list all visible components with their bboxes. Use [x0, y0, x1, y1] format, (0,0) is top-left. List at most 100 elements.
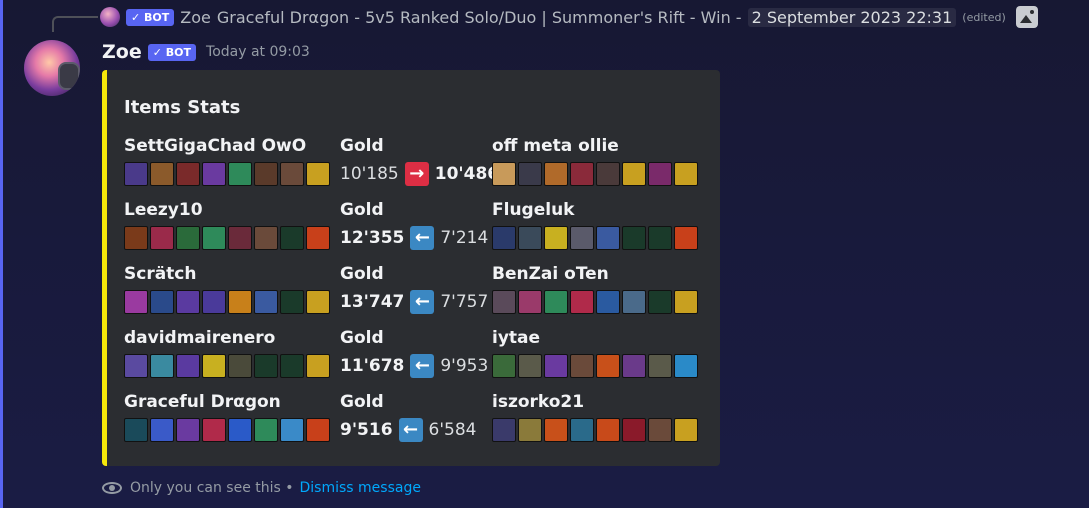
item-icon [150, 162, 174, 186]
arrow-left-icon: ← [410, 290, 435, 314]
arrow-right-icon: → [404, 162, 429, 186]
gold-comparison: 9'516 ← 6'584 [340, 418, 476, 442]
reply-preview[interactable]: ✓ BOT Zoe Graceful Drαgon - 5v5 Ranked S… [48, 6, 1038, 28]
item-icon [254, 162, 278, 186]
item-icon [648, 418, 672, 442]
item-icon [124, 290, 148, 314]
item-icon [176, 354, 200, 378]
arrow-left-icon: ← [398, 418, 423, 442]
image-icon[interactable] [1015, 6, 1038, 28]
gold-left-value: 9'516 [340, 420, 393, 440]
item-icon [176, 162, 200, 186]
item-icon [150, 354, 174, 378]
reply-date[interactable]: 2 September 2023 22:31 [747, 7, 957, 27]
left-player-name: Graceful Drαgon [124, 392, 281, 412]
item-icon [202, 354, 226, 378]
item-icon [518, 354, 542, 378]
left-player-name: davidmairenero [124, 328, 276, 348]
item-icon [648, 226, 672, 250]
gold-comparison: 10'185 → 10'486 [340, 162, 499, 186]
item-icon [254, 290, 278, 314]
bot-tag: ✓ BOT [147, 43, 197, 61]
gold-comparison: 13'747 ← 7'757 [340, 290, 488, 314]
left-player-name: SettGigaChad OwO [124, 136, 307, 156]
item-icon [544, 226, 568, 250]
item-icon [544, 354, 568, 378]
item-icon [596, 290, 620, 314]
item-icon [306, 290, 330, 314]
item-icon [570, 354, 594, 378]
gold-label: Gold [340, 328, 384, 348]
player-row: davidmairenero Gold 11'678 ← 9'953 iytae [107, 328, 720, 386]
item-icon [202, 418, 226, 442]
item-icon [228, 354, 252, 378]
dismiss-message-link[interactable]: Dismiss message [300, 480, 421, 496]
eye-icon [102, 482, 122, 494]
item-icon [176, 226, 200, 250]
avatar[interactable] [24, 40, 80, 96]
right-player-name: iytae [492, 328, 541, 348]
item-icon [622, 290, 646, 314]
gold-left-value: 12'355 [340, 228, 405, 248]
item-icon [306, 418, 330, 442]
left-player-name: Scrätch [124, 264, 197, 284]
gold-right-value: 7'214 [440, 228, 489, 248]
item-icon [228, 418, 252, 442]
ephemeral-notice: Only you can see this • [130, 480, 294, 496]
reply-avatar[interactable] [100, 7, 120, 27]
gold-right-value: 10'486 [434, 164, 500, 184]
item-icon [622, 354, 646, 378]
item-icon [280, 418, 304, 442]
item-icon [492, 226, 516, 250]
item-icon [544, 162, 568, 186]
gold-right-value: 7'757 [440, 292, 489, 312]
items-stats-embed: Items Stats SettGigaChad OwO Gold 10'185 → 1… [102, 70, 720, 466]
item-icon [492, 162, 516, 186]
item-icon [306, 354, 330, 378]
item-icon [254, 226, 278, 250]
item-icon [674, 418, 698, 442]
gold-comparison: 11'678 ← 9'953 [340, 354, 488, 378]
gold-comparison: 12'355 ← 7'214 [340, 226, 488, 250]
gold-label: Gold [340, 264, 384, 284]
item-icon [124, 354, 148, 378]
embed-title: Items Stats [124, 97, 241, 118]
reply-text[interactable]: Graceful Drαgon - 5v5 Ranked Solo/Duo | … [217, 8, 742, 27]
arrow-left-icon: ← [410, 226, 435, 250]
left-item-icons [124, 290, 330, 314]
item-icon [596, 354, 620, 378]
item-icon [570, 226, 594, 250]
right-item-icons [492, 226, 698, 250]
reply-author[interactable]: Zoe [180, 8, 211, 27]
item-icon [202, 290, 226, 314]
item-icon [492, 418, 516, 442]
left-item-icons [124, 418, 330, 442]
ephemeral-footer: Only you can see this • Dismiss message [102, 478, 421, 498]
timestamp[interactable]: Today at 09:03 [206, 44, 310, 60]
item-icon [124, 162, 148, 186]
left-item-icons [124, 162, 330, 186]
item-icon [280, 162, 304, 186]
player-row: Graceful Drαgon Gold 9'516 ← 6'584 iszorko21 [107, 392, 720, 450]
item-icon [124, 226, 148, 250]
reply-bot-tag: ✓ BOT [126, 8, 175, 26]
player-row: Scrätch Gold 13'747 ← 7'757 BenZai oTen [107, 264, 720, 322]
player-row: Leezy10 Gold 12'355 ← 7'214 Flugeluk [107, 200, 720, 258]
item-icon [228, 226, 252, 250]
item-icon [280, 226, 304, 250]
item-icon [228, 162, 252, 186]
right-item-icons [492, 354, 698, 378]
left-item-icons [124, 226, 330, 250]
item-icon [518, 290, 542, 314]
arrow-left-icon: ← [410, 354, 435, 378]
gold-left-value: 13'747 [340, 292, 405, 312]
item-icon [648, 162, 672, 186]
gold-left-value: 11'678 [340, 356, 405, 376]
right-item-icons [492, 290, 698, 314]
right-player-name: Flugeluk [492, 200, 575, 220]
left-item-icons [124, 354, 330, 378]
username[interactable]: Zoe [102, 41, 142, 63]
right-player-name: off meta ollie [492, 136, 619, 156]
item-icon [674, 354, 698, 378]
item-icon [570, 290, 594, 314]
